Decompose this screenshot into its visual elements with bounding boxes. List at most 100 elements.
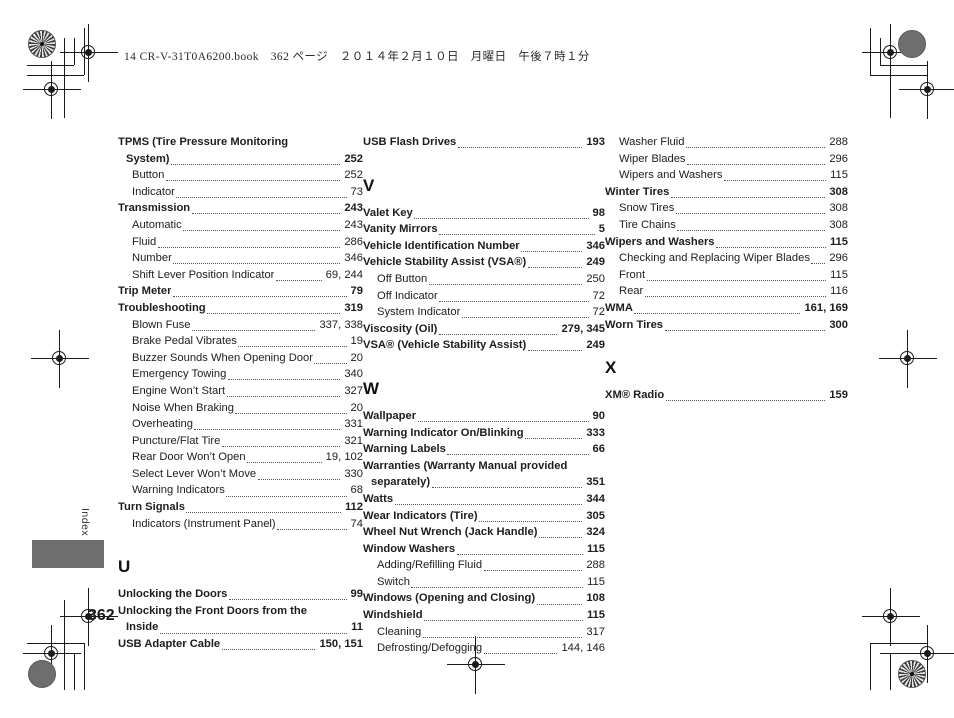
index-entry-label: TPMS (Tire Pressure Monitoring: [118, 136, 289, 148]
crop-line: [84, 643, 85, 690]
index-entry[interactable]: Wheel Nut Wrench (Jack Handle) 324: [363, 524, 605, 541]
index-entry[interactable]: Turn Signals 112: [118, 499, 363, 516]
index-entry[interactable]: Trip Meter 79: [118, 283, 363, 300]
index-entry[interactable]: Rear Door Won’t Open 19, 102: [118, 449, 363, 466]
index-entry[interactable]: Number 346: [118, 250, 363, 267]
dot-leader: [536, 603, 583, 605]
index-entry-label: Warranties (Warranty Manual provided: [363, 459, 568, 472]
index-entry[interactable]: Windows (Opening and Closing) 108: [363, 590, 605, 607]
index-entry[interactable]: separately) 351: [363, 474, 605, 491]
dot-leader: [417, 420, 589, 423]
index-entry[interactable]: Emergency Towing 340: [118, 366, 363, 383]
dot-leader: [525, 437, 583, 439]
index-entry[interactable]: Vehicle Identification Number 346: [363, 238, 605, 255]
index-entry[interactable]: Tire Chains 308: [605, 217, 848, 234]
index-entry-page: 333: [586, 426, 605, 439]
index-entry[interactable]: Wear Indicators (Tire) 305: [363, 508, 605, 525]
index-entry-label: Shift Lever Position Indicator: [132, 268, 275, 281]
crop-line: [74, 653, 75, 690]
index-entry[interactable]: Off Indicator 72: [363, 288, 605, 305]
dot-leader: [157, 246, 341, 248]
index-entry[interactable]: Warning Indicators 68: [118, 482, 363, 499]
index-entry[interactable]: Switch 115: [363, 574, 605, 591]
dot-leader: [439, 300, 589, 302]
index-entry[interactable]: Winter Tires 308: [605, 184, 848, 201]
index-entry[interactable]: Blown Fuse 337, 338: [118, 317, 363, 334]
index-entry-label: Wipers and Washers: [605, 235, 715, 248]
index-entry-page: 243: [344, 218, 363, 231]
index-entry[interactable]: Brake Pedal Vibrates 19: [118, 333, 363, 350]
index-entry-label: Rear: [619, 285, 644, 298]
index-entry[interactable]: Wallpaper 90: [363, 408, 605, 425]
index-entry[interactable]: Wipers and Washers 115: [605, 167, 848, 184]
index-entry[interactable]: Select Lever Won’t Move 330: [118, 466, 363, 483]
index-entry[interactable]: Washer Fluid 288: [605, 134, 848, 151]
index-entry-page: 249: [586, 339, 605, 352]
index-entry[interactable]: Front 115: [605, 267, 848, 284]
index-entry[interactable]: System) 252: [118, 151, 363, 168]
index-tab-block: [32, 540, 104, 568]
index-entry[interactable]: Worn Tires 300: [605, 317, 848, 334]
index-entry-page: 66: [592, 443, 605, 456]
index-entry-page: 98: [592, 206, 605, 219]
index-entry[interactable]: VSA® (Vehicle Stability Assist) 249: [363, 337, 605, 354]
index-entry[interactable]: System Indicator 72: [363, 304, 605, 321]
index-entry[interactable]: Button 252: [118, 167, 363, 184]
index-entry-page: 115: [586, 609, 605, 622]
index-entry[interactable]: Troubleshooting 319: [118, 300, 363, 317]
index-entry[interactable]: Warranties (Warranty Manual provided: [363, 458, 605, 475]
index-entry[interactable]: Buzzer Sounds When Opening Door 20: [118, 350, 363, 367]
index-entry[interactable]: Indicators (Instrument Panel) 74: [118, 516, 363, 533]
index-entry[interactable]: Valet Key 98: [363, 205, 605, 222]
index-entry[interactable]: Warning Labels 66: [363, 441, 605, 458]
index-entry[interactable]: Indicator 73: [118, 184, 363, 201]
index-entry[interactable]: Window Washers 115: [363, 541, 605, 558]
index-entry[interactable]: Vehicle Stability Assist (VSA®) 249: [363, 254, 605, 271]
index-entry[interactable]: Viscosity (Oil) 279, 345: [363, 321, 605, 338]
index-entry[interactable]: XM® Radio 159: [605, 387, 848, 404]
index-entry-label: Fluid: [132, 235, 157, 248]
index-entry[interactable]: Cleaning 317: [363, 624, 605, 641]
index-entry-label: Puncture/Flat Tire: [132, 434, 221, 447]
index-entry[interactable]: WMA 161, 169: [605, 300, 848, 317]
index-entry[interactable]: TPMS (Tire Pressure Monitoring: [118, 134, 363, 151]
index-entry[interactable]: Windshield 115: [363, 607, 605, 624]
index-entry[interactable]: Noise When Braking 20: [118, 400, 363, 417]
index-entry[interactable]: Off Button 250: [363, 271, 605, 288]
index-entry-label: Off Button: [377, 272, 428, 285]
index-entry[interactable]: Inside 11: [118, 619, 363, 636]
index-entry-label: Transmission: [118, 202, 191, 215]
index-entry[interactable]: Watts 344: [363, 491, 605, 508]
dot-leader: [186, 511, 341, 514]
index-entry[interactable]: Transmission 243: [118, 200, 363, 217]
index-entry[interactable]: Unlocking the Doors 99: [118, 586, 363, 603]
index-entry-page: 330: [344, 467, 363, 480]
dot-leader: [226, 495, 347, 497]
index-entry[interactable]: Unlocking the Front Doors from the: [118, 603, 363, 620]
index-entry-page: 286: [344, 235, 363, 248]
index-entry[interactable]: Overheating 331: [118, 416, 363, 433]
dot-leader: [457, 146, 583, 149]
index-entry[interactable]: Rear 116: [605, 283, 848, 300]
index-entry-label: Warning Indicator On/Blinking: [363, 426, 524, 439]
index-entry[interactable]: USB Flash Drives 193: [363, 134, 605, 151]
index-entry[interactable]: Defrosting/Defogging 144, 146: [363, 640, 605, 657]
index-entry-label: Snow Tires: [619, 202, 675, 215]
index-entry-page: 279, 345: [561, 322, 605, 335]
index-entry[interactable]: USB Adapter Cable 150, 151: [118, 636, 363, 653]
index-entry[interactable]: Puncture/Flat Tire 321: [118, 433, 363, 450]
index-entry[interactable]: Wiper Blades 296: [605, 151, 848, 168]
index-entry[interactable]: Adding/Refilling Fluid 288: [363, 557, 605, 574]
index-entry[interactable]: Shift Lever Position Indicator 69, 244: [118, 267, 363, 284]
index-entry[interactable]: Automatic 243: [118, 217, 363, 234]
index-entry[interactable]: Snow Tires 308: [605, 200, 848, 217]
index-entry[interactable]: Warning Indicator On/Blinking 333: [363, 425, 605, 442]
letter-heading-u: U: [118, 557, 131, 577]
index-entry[interactable]: Vanity Mirrors 5: [363, 221, 605, 238]
index-entry[interactable]: Wipers and Washers 115: [605, 234, 848, 251]
index-entry-page: 193: [586, 136, 605, 148]
index-entry[interactable]: Engine Won’t Start 327: [118, 383, 363, 400]
index-entry[interactable]: Checking and Replacing Wiper Blades 296: [605, 250, 848, 267]
index-entry-page: 11: [351, 621, 363, 634]
index-entry[interactable]: Fluid 286: [118, 234, 363, 251]
